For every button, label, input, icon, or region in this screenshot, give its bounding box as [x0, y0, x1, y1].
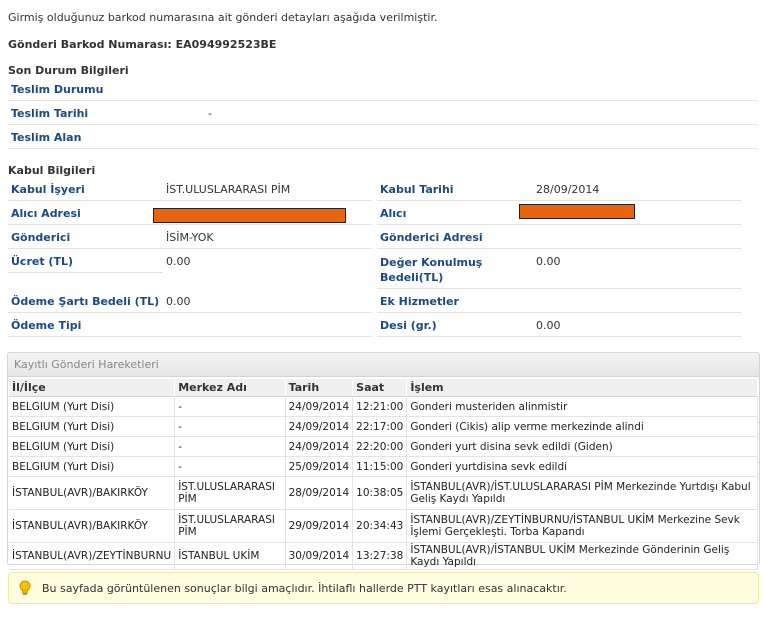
info-note: Bu sayfada görüntülenen sonuçlar bilgi a… [8, 572, 759, 604]
teslim-durumu-label: Teslim Durumu [11, 83, 104, 96]
kabul-tarihi-value: 28/09/2014 [536, 183, 600, 196]
alici-adresi-label: Alıcı Adresi [11, 207, 81, 220]
gonderici-adresi-label: Gönderici Adresi [380, 231, 483, 244]
cell-saat: 12:21:00 [352, 396, 408, 417]
ucret-value: 0.00 [166, 255, 191, 268]
cell-merkez: İST.ULUSLARARASI PİM [174, 476, 286, 510]
odeme-tipi-label: Ödeme Tipi [11, 319, 82, 332]
kabul-tarihi-label: Kabul Tarihi [380, 183, 454, 196]
cell-islem: İSTANBUL(AVR)/İST.ULUSLARARASI PİM Merke… [406, 476, 758, 510]
col-merkez-adi: Merkez Adı [174, 379, 286, 397]
desi-value: 0.00 [536, 319, 561, 332]
col-islem: İşlem [406, 379, 758, 397]
barcode-value: EA094992523BE [175, 38, 277, 51]
cell-islem: Gonderi yurt disina sevk edildi (Giden) [406, 436, 758, 457]
cell-merkez: - [174, 456, 286, 477]
barcode-label: Gönderi Barkod Numarası: [8, 38, 172, 51]
movements-panel: Kayıtlı Gönderi Hareketleri İl/İlçe Merk… [7, 352, 760, 570]
teslim-tarihi-label: Teslim Tarihi [11, 107, 89, 120]
cell-saat: 11:15:00 [352, 456, 408, 477]
table-row: BELGIUM (Yurt Disi) - 25/09/2014 11:15:0… [9, 456, 758, 477]
movements-table: İl/İlçe Merkez Adı Tarih Saat İşlem BELG… [9, 379, 758, 570]
cell-tarih: 29/09/2014 [285, 509, 354, 543]
cell-il-ilce: BELGIUM (Yurt Disi) [9, 416, 176, 437]
movements-title: Kayıtlı Gönderi Hareketleri [14, 358, 159, 371]
cell-merkez: - [174, 416, 286, 437]
cell-saat: 20:34:43 [352, 509, 408, 543]
cell-islem: İSTANBUL(AVR)/ZEYTİNBURNU/İSTANBUL UKİM … [406, 509, 758, 543]
gonderici-label: Gönderici [11, 231, 71, 244]
cell-tarih: 24/09/2014 [285, 396, 354, 417]
gonderici-value: İSİM-YOK [166, 231, 214, 244]
deger-konulmus-label: Değer Konulmuş Bedeli(TL) [380, 256, 483, 284]
cell-il-ilce: İSTANBUL(AVR)/BAKIRKÖY [9, 476, 176, 510]
son-durum-title: Son Durum Bilgileri [8, 64, 129, 77]
info-note-text: Bu sayfada görüntülenen sonuçlar bilgi a… [42, 582, 567, 595]
cell-merkez: - [174, 436, 286, 457]
ek-hizmetler-label: Ek Hizmetler [380, 295, 459, 308]
kabul-title: Kabul Bilgileri [8, 164, 96, 177]
col-tarih: Tarih [285, 379, 354, 397]
cell-tarih: 28/09/2014 [285, 476, 354, 510]
cell-il-ilce: BELGIUM (Yurt Disi) [9, 396, 176, 417]
table-row: İSTANBUL(AVR)/BAKIRKÖY İST.ULUSLARARASI … [9, 476, 758, 510]
table-row: BELGIUM (Yurt Disi) - 24/09/2014 22:20:0… [9, 436, 758, 457]
cell-tarih: 24/09/2014 [285, 436, 354, 457]
kabul-isyeri-label: Kabul İşyeri [11, 183, 85, 196]
cell-tarih: 24/09/2014 [285, 416, 354, 437]
cell-saat: 13:27:38 [352, 542, 408, 570]
cell-saat: 22:17:00 [352, 416, 408, 437]
desi-label: Desi (gr.) [380, 319, 437, 332]
movements-header-row: İl/İlçe Merkez Adı Tarih Saat İşlem [9, 379, 758, 397]
table-row: İSTANBUL(AVR)/BAKIRKÖY İST.ULUSLARARASI … [9, 509, 758, 543]
cell-islem: İSTANBUL(AVR)/İSTANBUL UKİM Merkezinde G… [406, 542, 758, 570]
lightbulb-icon [19, 580, 31, 595]
alici-label: Alıcı [380, 207, 407, 220]
kabul-isyeri-value: İST.ULUSLARARASI PİM [166, 183, 291, 196]
cell-saat: 22:20:00 [352, 436, 408, 457]
cell-tarih: 25/09/2014 [285, 456, 354, 477]
teslim-alan-label: Teslim Alan [11, 131, 82, 144]
cell-islem: Gonderi yurtdisina sevk edildi [406, 456, 758, 477]
table-row: İSTANBUL(AVR)/ZEYTİNBURNU İSTANBUL UKİM … [9, 542, 758, 570]
cell-il-ilce: İSTANBUL(AVR)/ZEYTİNBURNU [9, 542, 176, 570]
cell-islem: Gonderi musteriden alinmistir [406, 396, 758, 417]
cell-tarih: 30/09/2014 [285, 542, 354, 570]
odeme-sarti-value: 0.00 [166, 295, 191, 308]
barcode-line: Gönderi Barkod Numarası: EA094992523BE [8, 38, 276, 51]
movements-panel-header: Kayıtlı Gönderi Hareketleri [8, 353, 759, 377]
ucret-label: Ücret (TL) [11, 255, 73, 268]
col-saat: Saat [352, 379, 408, 397]
intro-text: Girmiş olduğunuz barkod numarasına ait g… [8, 11, 438, 24]
col-il-ilce: İl/İlçe [9, 379, 176, 397]
alici-adresi-redacted [153, 208, 346, 223]
cell-merkez: - [174, 396, 286, 417]
table-row: BELGIUM (Yurt Disi) - 24/09/2014 22:17:0… [9, 416, 758, 437]
deger-konulmus-value: 0.00 [536, 255, 561, 268]
teslim-tarihi-value: - [208, 107, 212, 120]
cell-il-ilce: İSTANBUL(AVR)/BAKIRKÖY [9, 509, 176, 543]
alici-redacted [519, 204, 635, 219]
cell-islem: Gonderi (Cikis) alip verme merkezinde al… [406, 416, 758, 437]
odeme-sarti-label: Ödeme Şartı Bedeli (TL) [11, 295, 160, 308]
cell-merkez: İST.ULUSLARARASI PİM [174, 509, 286, 543]
cell-merkez: İSTANBUL UKİM [174, 542, 286, 570]
cell-il-ilce: BELGIUM (Yurt Disi) [9, 456, 176, 477]
cell-saat: 10:38:05 [352, 476, 408, 510]
cell-il-ilce: BELGIUM (Yurt Disi) [9, 436, 176, 457]
table-row: BELGIUM (Yurt Disi) - 24/09/2014 12:21:0… [9, 396, 758, 417]
